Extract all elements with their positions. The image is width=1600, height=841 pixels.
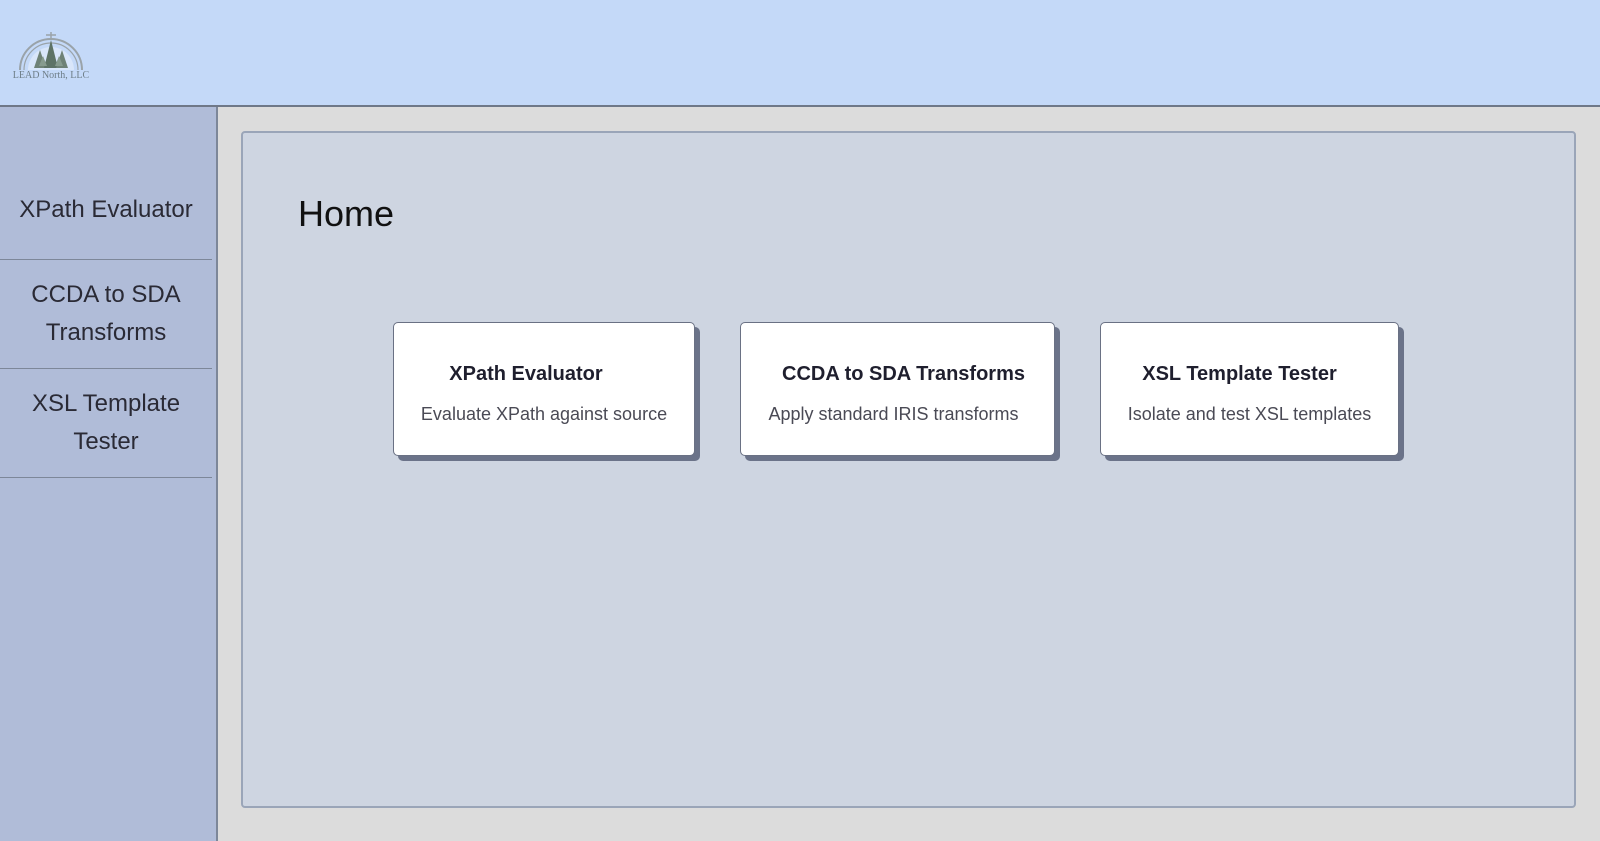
app-header: LEAD North, LLC <box>0 0 1600 107</box>
sidebar-item-xsl-template-tester[interactable]: XSL Template Tester <box>0 369 212 478</box>
sidebar-nav: XPath Evaluator CCDA to SDA Transforms X… <box>0 107 218 841</box>
card-description: Evaluate XPath against source <box>420 404 668 424</box>
sidebar-item-ccda-to-sda-transforms[interactable]: CCDA to SDA Transforms <box>0 260 212 369</box>
card-ccda-to-sda-transforms[interactable]: CCDA to SDA Transforms Apply standard IR… <box>740 322 1055 456</box>
card-description: Isolate and test XSL templates <box>1127 404 1372 424</box>
evergreen-trees-logo-icon <box>19 32 83 71</box>
main-content-panel: Home XPath Evaluator Evaluate XPath agai… <box>241 131 1576 808</box>
sidebar-item-xpath-evaluator[interactable]: XPath Evaluator <box>0 161 212 260</box>
card-title: XSL Template Tester <box>1142 363 1337 385</box>
card-description: Apply standard IRIS transforms <box>768 404 1019 424</box>
logo-company-name: LEAD North, LLC <box>12 70 90 81</box>
card-title: CCDA to SDA Transforms <box>782 363 1025 385</box>
card-title: XPath Evaluator <box>449 363 603 385</box>
card-xsl-template-tester[interactable]: XSL Template Tester Isolate and test XSL… <box>1100 322 1399 456</box>
page-title: Home <box>298 193 395 234</box>
card-xpath-evaluator[interactable]: XPath Evaluator Evaluate XPath against s… <box>393 322 695 456</box>
sidebar-menu: XPath Evaluator CCDA to SDA Transforms X… <box>0 161 212 478</box>
company-logo[interactable]: LEAD North, LLC <box>10 28 92 84</box>
